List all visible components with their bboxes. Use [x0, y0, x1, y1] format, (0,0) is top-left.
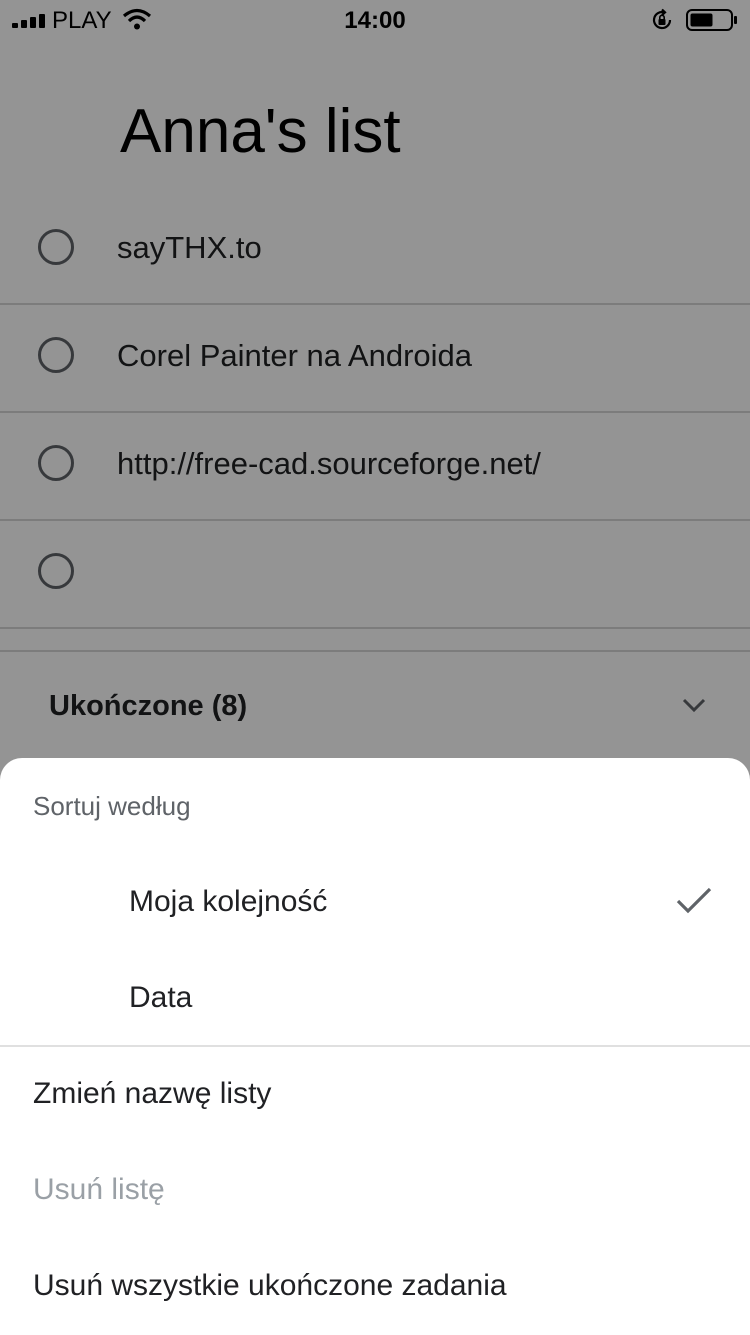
action-label: Zmień nazwę listy: [33, 1077, 272, 1110]
action-label: Usuń wszystkie ukończone zadania: [33, 1269, 507, 1302]
rotation-lock-icon: [652, 8, 672, 30]
clock: 14:00: [344, 7, 406, 34]
sort-option-label: Moja kolejność: [129, 885, 328, 918]
battery-icon: [686, 9, 737, 31]
action-label: Usuń listę: [33, 1173, 165, 1206]
rename-list-button[interactable]: Zmień nazwę listy: [0, 1047, 750, 1143]
checkmark-icon: [676, 887, 712, 914]
sort-option-label: Data: [129, 981, 193, 1014]
delete-list-button[interactable]: Usuń listę: [0, 1143, 750, 1239]
sort-option-date[interactable]: Data: [0, 951, 750, 1047]
sort-option-my-order[interactable]: Moja kolejność: [0, 855, 750, 951]
sort-heading: Sortuj według: [33, 791, 191, 821]
list-options-sheet: Sortuj według Moja kolejność Data Zmień …: [0, 758, 750, 1334]
delete-completed-tasks-button[interactable]: Usuń wszystkie ukończone zadania: [0, 1239, 750, 1335]
status-bar: PLAY 14:00: [0, 0, 750, 40]
